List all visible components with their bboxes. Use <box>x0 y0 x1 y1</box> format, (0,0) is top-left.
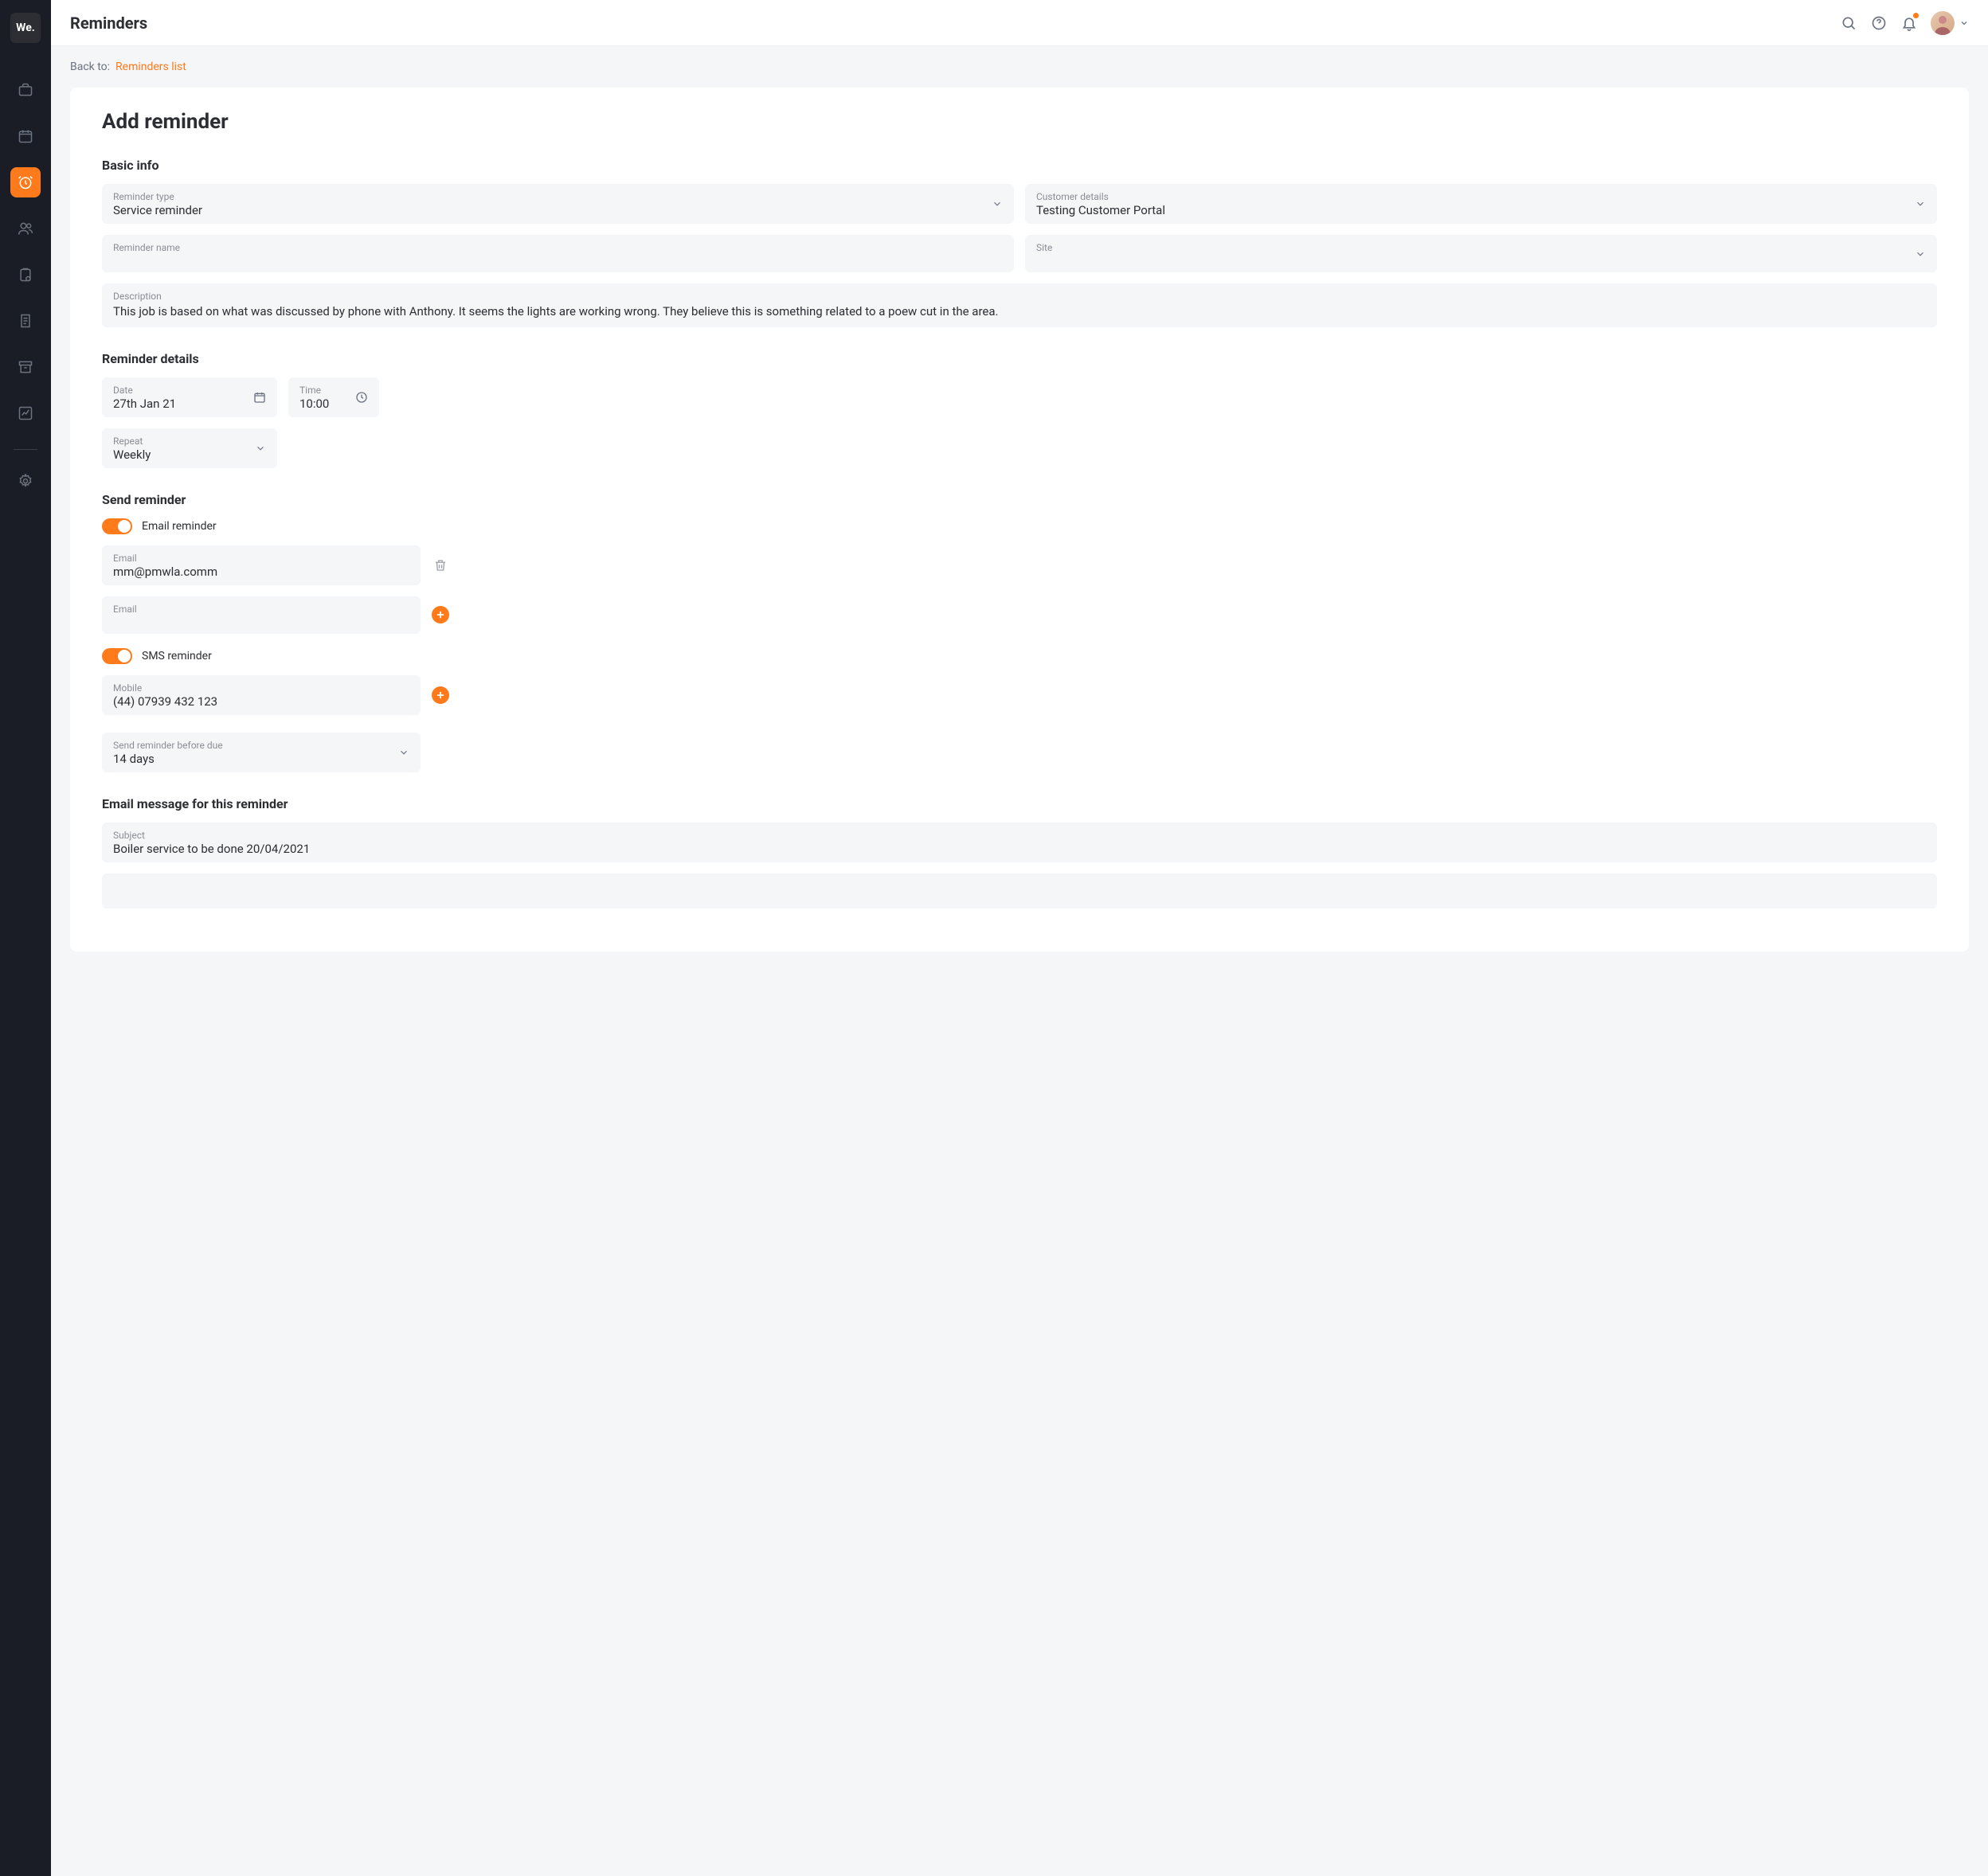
field-value: mm@pmwla.comm <box>113 565 409 579</box>
delete-email-button[interactable] <box>432 557 449 574</box>
field-value: Boiler service to be done 20/04/2021 <box>113 842 1926 856</box>
customer-details-select[interactable]: Customer details Testing Customer Portal <box>1025 184 1937 224</box>
field-label: Date <box>113 385 266 396</box>
plus-icon <box>435 690 446 701</box>
field-label: Send reminder before due <box>113 740 409 751</box>
chart-icon <box>18 405 33 421</box>
send-before-select[interactable]: Send reminder before due 14 days <box>102 733 421 772</box>
form-heading: Add reminder <box>102 110 1937 134</box>
chevron-down-icon <box>1959 18 1969 28</box>
topbar: Reminders <box>51 0 1988 46</box>
field-label: Description <box>113 291 1926 302</box>
field-value <box>1036 254 1926 266</box>
alarm-icon <box>18 174 33 190</box>
field-value: 14 days <box>113 752 409 766</box>
search-icon <box>1841 15 1857 31</box>
field-label: Time <box>299 385 368 396</box>
plus-icon <box>435 609 446 620</box>
field-label: Subject <box>113 830 1926 841</box>
sidebar-item-jobs[interactable] <box>10 75 41 105</box>
calendar-icon <box>18 128 33 144</box>
section-reminder-details: Reminder details <box>102 351 1937 366</box>
sidebar-item-settings[interactable] <box>10 466 41 496</box>
sidebar-item-people[interactable] <box>10 213 41 244</box>
avatar <box>1931 11 1955 35</box>
clipboard-check-icon <box>18 267 33 283</box>
gear-icon <box>18 473 33 489</box>
sidebar-item-tasks[interactable] <box>10 260 41 290</box>
sms-reminder-toggle[interactable] <box>102 648 132 664</box>
repeat-select[interactable]: Repeat Weekly <box>102 428 277 468</box>
field-label: Email <box>113 604 409 615</box>
field-label: Site <box>1036 242 1926 253</box>
field-value <box>113 616 409 627</box>
sidebar-item-analytics[interactable] <box>10 398 41 428</box>
notification-badge <box>1913 13 1919 18</box>
field-label: Reminder type <box>113 191 1003 202</box>
reminder-name-input[interactable]: Reminder name <box>102 235 1014 272</box>
sidebar-item-calendar[interactable] <box>10 121 41 151</box>
message-body-input[interactable] <box>102 874 1937 909</box>
briefcase-icon <box>18 82 33 98</box>
breadcrumb-prefix: Back to: <box>70 61 110 73</box>
help-icon <box>1871 15 1887 31</box>
mobile-input[interactable]: Mobile (44) 07939 432 123 <box>102 675 421 715</box>
reminder-type-select[interactable]: Reminder type Service reminder <box>102 184 1014 224</box>
section-send-reminder: Send reminder <box>102 492 1937 507</box>
subject-input[interactable]: Subject Boiler service to be done 20/04/… <box>102 823 1937 862</box>
field-label: Customer details <box>1036 191 1926 202</box>
add-email-button[interactable] <box>432 606 449 623</box>
sidebar-nav: We. <box>0 0 51 1876</box>
field-value: 10:00 <box>299 397 368 411</box>
time-input[interactable]: Time 10:00 <box>288 377 379 417</box>
email-input-1[interactable]: Email mm@pmwla.comm <box>102 545 421 585</box>
field-value: Weekly <box>113 448 266 462</box>
email-reminder-toggle[interactable] <box>102 518 132 534</box>
date-input[interactable]: Date 27th Jan 21 <box>102 377 277 417</box>
trash-icon <box>433 558 448 573</box>
field-label: Email <box>113 553 409 564</box>
search-button[interactable] <box>1840 14 1857 32</box>
field-value: 27th Jan 21 <box>113 397 266 411</box>
toggle-label: SMS reminder <box>142 650 212 662</box>
field-value: (44) 07939 432 123 <box>113 694 409 709</box>
archive-icon <box>18 359 33 375</box>
page-title: Reminders <box>70 14 1840 33</box>
field-label: Reminder name <box>113 242 1003 253</box>
notifications-button[interactable] <box>1900 14 1918 32</box>
users-icon <box>18 221 33 236</box>
sidebar-item-archive[interactable] <box>10 352 41 382</box>
email-input-2[interactable]: Email <box>102 596 421 634</box>
note-icon <box>18 313 33 329</box>
site-select[interactable]: Site <box>1025 235 1937 272</box>
toggle-label: Email reminder <box>142 520 217 533</box>
breadcrumb-link[interactable]: Reminders list <box>115 61 186 73</box>
breadcrumb: Back to: Reminders list <box>70 61 1969 73</box>
field-value: Service reminder <box>113 203 1003 217</box>
section-basic-info: Basic info <box>102 158 1937 173</box>
field-value <box>113 254 1003 266</box>
section-email-message: Email message for this reminder <box>102 796 1937 811</box>
field-value: This job is based on what was discussed … <box>113 303 1926 321</box>
field-label: Repeat <box>113 436 266 447</box>
sidebar-divider <box>14 449 37 450</box>
user-menu[interactable] <box>1931 11 1969 35</box>
form-card: Add reminder Basic info Reminder type Se… <box>70 88 1969 952</box>
field-label: Mobile <box>113 682 409 694</box>
sidebar-item-reminders[interactable] <box>10 167 41 197</box>
add-mobile-button[interactable] <box>432 686 449 704</box>
field-value: Testing Customer Portal <box>1036 203 1926 217</box>
help-button[interactable] <box>1870 14 1888 32</box>
app-logo[interactable]: We. <box>10 13 41 43</box>
sidebar-item-notes[interactable] <box>10 306 41 336</box>
description-textarea[interactable]: Description This job is based on what wa… <box>102 283 1937 327</box>
